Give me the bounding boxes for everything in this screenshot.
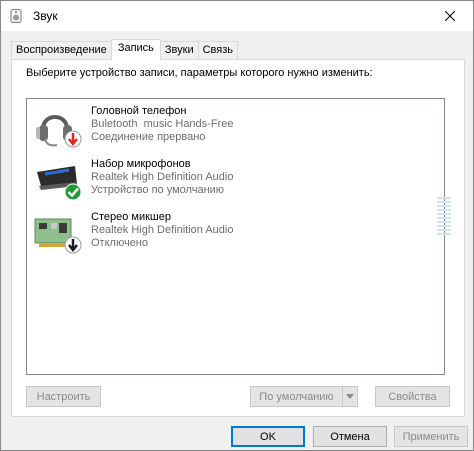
- list-item-headset[interactable]: Головной телефон Buletooth music Hands-F…: [31, 103, 436, 153]
- list-item-stereo-mix[interactable]: Стерео микшер Realtek High Definition Au…: [31, 209, 436, 259]
- properties-button[interactable]: Свойства: [375, 386, 450, 407]
- close-icon: [445, 11, 455, 21]
- sound-dialog: Звук Воспроизведение Запись Звуки Связь …: [0, 0, 474, 451]
- panel-instruction: Выберите устройство записи, параметры ко…: [26, 67, 373, 79]
- tab-recording[interactable]: Запись: [110, 39, 161, 60]
- tab-sounds[interactable]: Звуки: [159, 41, 199, 60]
- list-item-microphone-array[interactable]: Набор микрофонов Realtek High Definition…: [31, 156, 436, 206]
- title-bar[interactable]: Звук: [1, 1, 473, 31]
- tab-strip: Воспроизведение Запись Звуки Связь: [11, 39, 239, 60]
- speaker-icon: [10, 9, 22, 23]
- device-driver: Realtek High Definition Audio: [91, 171, 234, 183]
- device-list[interactable]: Головной телефон Buletooth music Hands-F…: [26, 98, 451, 375]
- device-driver: Buletooth music Hands-Free: [91, 118, 234, 130]
- device-status: Соединение прервано: [91, 131, 206, 143]
- device-driver: Realtek High Definition Audio: [91, 224, 234, 236]
- set-default-dropdown[interactable]: [342, 386, 358, 407]
- disabled-down-arrow-icon: [64, 236, 82, 254]
- close-button[interactable]: [427, 1, 473, 31]
- configure-button[interactable]: Настроить: [26, 386, 101, 407]
- headset-icon: [36, 115, 82, 148]
- recording-panel: Выберите устройство записи, параметры ко…: [11, 59, 465, 417]
- device-status: Отключено: [91, 237, 148, 249]
- device-name: Головной телефон: [91, 105, 187, 117]
- apply-button[interactable]: Применить: [394, 426, 468, 447]
- device-name: Стерео микшер: [91, 211, 171, 223]
- tab-communications[interactable]: Связь: [197, 41, 239, 60]
- tab-playback[interactable]: Воспроизведение: [11, 41, 112, 60]
- ok-button[interactable]: OK: [231, 426, 305, 447]
- device-status: Устройство по умолчанию: [91, 184, 225, 196]
- device-name: Набор микрофонов: [91, 158, 191, 170]
- cancel-button[interactable]: Отмена: [313, 426, 387, 447]
- level-meter: [437, 197, 453, 237]
- window-title: Звук: [33, 9, 58, 23]
- sound-card-icon: [34, 218, 82, 254]
- chevron-down-icon: [346, 394, 354, 399]
- default-checkmark-icon: [64, 183, 82, 201]
- disconnected-down-arrow-icon: [64, 130, 82, 148]
- set-default-button[interactable]: По умолчанию: [250, 386, 343, 407]
- microphone-array-icon: [37, 166, 82, 201]
